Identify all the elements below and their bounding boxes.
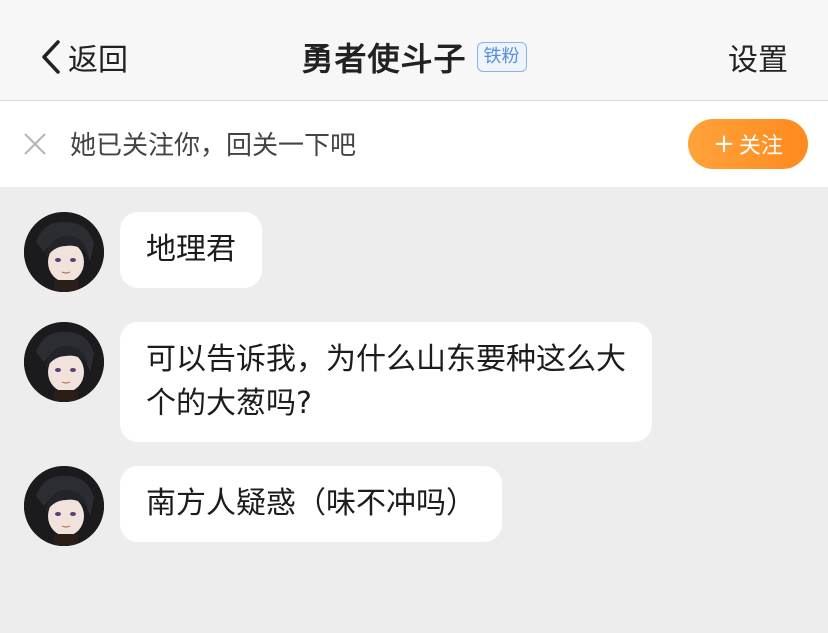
- page-title: 勇者使斗子: [301, 40, 467, 78]
- plus-icon: +: [713, 129, 735, 159]
- follow-suggestion-bar: 她已关注你，回关一下吧 + 关注: [0, 101, 828, 187]
- avatar-image: [24, 466, 104, 546]
- close-icon[interactable]: [22, 131, 48, 157]
- message-row: 地理君: [24, 212, 262, 292]
- avatar[interactable]: [24, 466, 104, 546]
- avatar[interactable]: [24, 322, 104, 402]
- avatar-image: [24, 322, 104, 402]
- message-row: 可以告诉我，为什么山东要种这么大 个的大葱吗?: [24, 322, 652, 442]
- message-line: 个的大葱吗?: [146, 386, 312, 421]
- follow-button-label: 关注: [738, 134, 783, 159]
- nav-header: 返回 勇者使斗子 铁粉 设置: [0, 0, 828, 101]
- message-bubble[interactable]: 可以告诉我，为什么山东要种这么大 个的大葱吗?: [120, 322, 652, 442]
- fan-badge: 铁粉: [476, 42, 527, 72]
- avatar[interactable]: [24, 212, 104, 292]
- title-area: 勇者使斗子 铁粉: [0, 32, 828, 82]
- follow-button[interactable]: + 关注: [688, 119, 808, 169]
- follow-prompt-text: 她已关注你，回关一下吧: [70, 131, 357, 161]
- message-line: 可以告诉我，为什么山东要种这么大: [146, 342, 626, 377]
- settings-button[interactable]: 设置: [728, 32, 788, 82]
- message-bubble[interactable]: 地理君: [120, 212, 262, 288]
- message-bubble[interactable]: 南方人疑惑（味不冲吗）: [120, 466, 502, 542]
- avatar-image: [24, 212, 104, 292]
- message-row: 南方人疑惑（味不冲吗）: [24, 466, 502, 546]
- chat-screen: 返回 勇者使斗子 铁粉 设置 她已关注你，回关一下吧 + 关注 地理君 可以告诉…: [0, 0, 828, 633]
